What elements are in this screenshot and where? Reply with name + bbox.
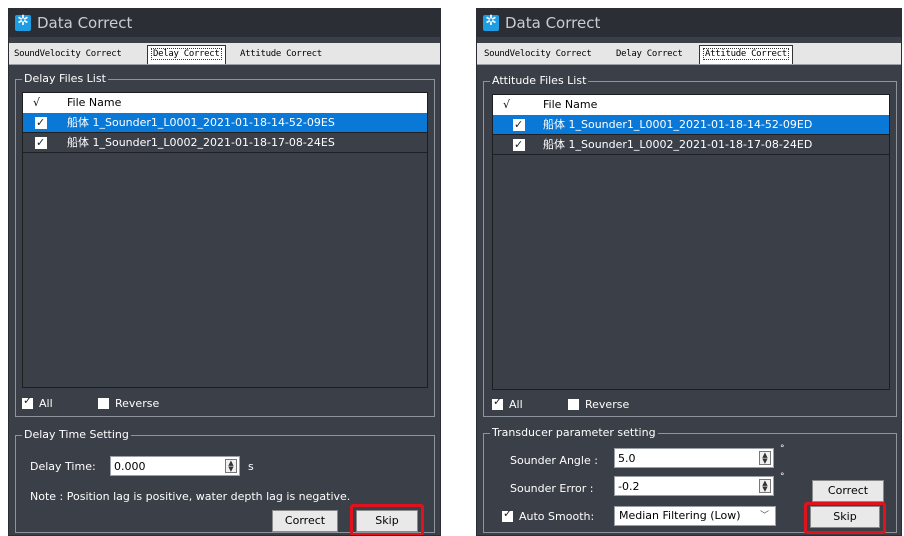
transducer-setting-group: Transducer parameter setting Sounder Ang…: [483, 426, 897, 534]
attitude-files-list[interactable]: √ File Name 船体 1_Sounder1_L0001_2021-01-…: [492, 94, 890, 390]
reverse-checkbox[interactable]: Reverse: [98, 397, 159, 410]
list-item[interactable]: 船体 1_Sounder1_L0001_2021-01-18-14-52-09E…: [493, 115, 889, 135]
all-checkbox[interactable]: All: [492, 395, 523, 411]
window-title: Data Correct: [37, 14, 133, 32]
delay-files-group: Delay Files List √ File Name 船体 1_Sounde…: [15, 72, 435, 417]
tab-soundvelocity-correct[interactable]: SoundVelocity Correct: [11, 47, 125, 64]
delay-time-value: 0.000: [114, 460, 146, 473]
list-header: √ File Name: [493, 95, 889, 115]
attitude-files-group: Attitude Files List √ File Name 船体 1_Sou…: [483, 74, 897, 417]
checkbox-icon: [22, 394, 33, 409]
tab-bar: SoundVelocity Correct Delay Correct Atti…: [477, 43, 901, 65]
list-item[interactable]: 船体 1_Sounder1_L0002_2021-01-18-17-08-24E…: [23, 133, 427, 153]
degree-unit: °: [780, 472, 785, 482]
spin-arrows-icon[interactable]: ▲ ▼: [225, 459, 237, 473]
all-label: All: [509, 398, 523, 411]
checkbox-icon: [568, 399, 579, 410]
group-title: Delay Time Setting: [22, 428, 131, 441]
checkbox-icon[interactable]: [35, 133, 47, 153]
sounder-error-input[interactable]: -0.2 ▲ ▼: [614, 476, 774, 496]
app-icon: [483, 13, 499, 31]
sounder-angle-label: Sounder Angle :: [510, 454, 598, 467]
tab-attitude-correct[interactable]: Attitude Correct: [237, 47, 325, 64]
tab-label: SoundVelocity Correct: [14, 49, 122, 59]
tab-label: Attitude Correct: [240, 49, 322, 59]
tab-label: SoundVelocity Correct: [484, 49, 592, 59]
sounder-error-label: Sounder Error :: [510, 482, 594, 495]
skip-button[interactable]: Skip: [810, 506, 880, 528]
file-name: 船体 1_Sounder1_L0002_2021-01-18-17-08-24E…: [543, 138, 813, 151]
all-label: All: [39, 397, 53, 410]
delay-time-setting-group: Delay Time Setting Delay Time: 0.000 ▲ ▼ …: [15, 428, 435, 535]
tab-delay-correct[interactable]: Delay Correct: [147, 45, 226, 64]
correct-button[interactable]: Correct: [812, 480, 884, 502]
checkbox-icon[interactable]: [513, 115, 525, 135]
skip-button[interactable]: Skip: [356, 510, 418, 532]
reverse-label: Reverse: [585, 398, 630, 411]
window-title: Data Correct: [505, 14, 601, 32]
correct-button[interactable]: Correct: [272, 510, 338, 532]
checkbox-icon[interactable]: [35, 113, 47, 133]
list-item[interactable]: 船体 1_Sounder1_L0001_2021-01-18-14-52-09E…: [23, 113, 427, 133]
tab-soundvelocity-correct[interactable]: SoundVelocity Correct: [481, 47, 595, 64]
reverse-checkbox[interactable]: Reverse: [568, 398, 629, 411]
tab-attitude-correct[interactable]: Attitude Correct: [699, 45, 793, 64]
file-name: 船体 1_Sounder1_L0002_2021-01-18-17-08-24E…: [67, 136, 335, 149]
title-bar[interactable]: Data Correct: [9, 9, 440, 37]
file-name: 船体 1_Sounder1_L0001_2021-01-18-14-52-09E…: [67, 116, 335, 129]
note-text: Note : Position lag is positive, water d…: [30, 490, 351, 503]
spin-arrows-icon[interactable]: ▲ ▼: [759, 451, 771, 465]
delay-time-unit: s: [248, 460, 254, 473]
left-dialog-window: Data Correct SoundVelocity Correct Delay…: [8, 8, 441, 536]
dropdown-caret-icon: ﹀: [759, 511, 769, 521]
checkbox-icon: [492, 395, 503, 410]
check-column-header[interactable]: √: [503, 98, 510, 111]
tab-delay-correct[interactable]: Delay Correct: [613, 47, 686, 64]
auto-smooth-label: Auto Smooth:: [519, 510, 595, 523]
group-title: Delay Files List: [22, 72, 108, 85]
file-name-column-header[interactable]: File Name: [543, 98, 597, 111]
sounder-angle-value: 5.0: [618, 452, 636, 465]
delay-files-list[interactable]: √ File Name 船体 1_Sounder1_L0001_2021-01-…: [22, 92, 428, 388]
tab-label: Delay Correct: [616, 49, 683, 59]
checkbox-icon: [98, 398, 109, 409]
list-item[interactable]: 船体 1_Sounder1_L0002_2021-01-18-17-08-24E…: [493, 135, 889, 155]
tab-label: Attitude Correct: [703, 48, 789, 60]
spin-arrows-icon[interactable]: ▲ ▼: [759, 479, 771, 493]
delay-time-label: Delay Time:: [30, 460, 96, 473]
auto-smooth-checkbox[interactable]: Auto Smooth:: [502, 507, 595, 523]
tab-label: Delay Correct: [151, 48, 222, 60]
group-title: Transducer parameter setting: [490, 426, 658, 439]
check-column-header[interactable]: √: [33, 96, 40, 109]
app-icon: [15, 13, 31, 31]
checkbox-icon: [502, 507, 513, 522]
right-dialog-window: Data Correct SoundVelocity Correct Delay…: [476, 8, 902, 536]
tab-bar: SoundVelocity Correct Delay Correct Atti…: [9, 43, 440, 65]
file-name: 船体 1_Sounder1_L0001_2021-01-18-14-52-09E…: [543, 118, 813, 131]
group-title: Attitude Files List: [490, 74, 589, 87]
all-checkbox[interactable]: All: [22, 394, 53, 410]
checkbox-icon[interactable]: [513, 135, 525, 155]
reverse-label: Reverse: [115, 397, 160, 410]
title-bar[interactable]: Data Correct: [477, 9, 901, 37]
delay-time-input[interactable]: 0.000 ▲ ▼: [110, 456, 240, 476]
list-header: √ File Name: [23, 93, 427, 113]
file-name-column-header[interactable]: File Name: [67, 96, 121, 109]
sounder-angle-input[interactable]: 5.0 ▲ ▼: [614, 448, 774, 468]
auto-smooth-value: Median Filtering (Low): [619, 509, 741, 522]
degree-unit: °: [780, 444, 785, 454]
auto-smooth-select[interactable]: Median Filtering (Low) ﹀: [614, 506, 776, 526]
sounder-error-value: -0.2: [618, 480, 640, 493]
